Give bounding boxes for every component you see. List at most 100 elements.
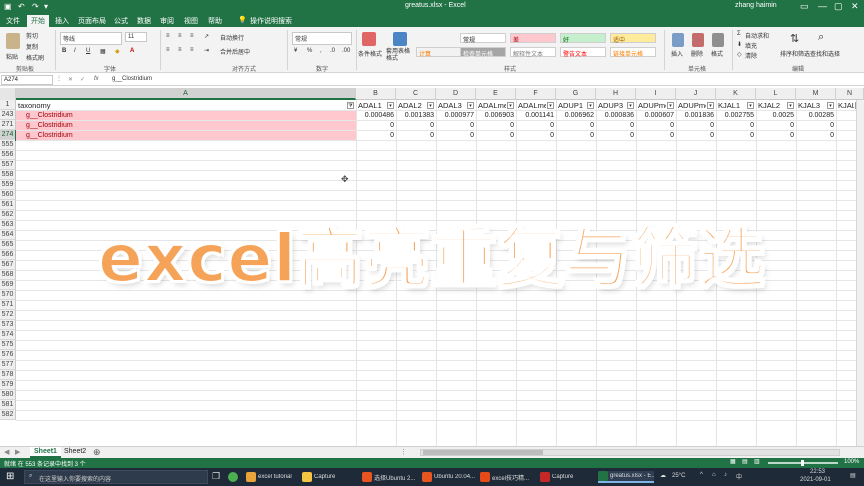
row-header-573[interactable]: 573: [0, 320, 16, 330]
align-right-icon[interactable]: ≡: [190, 47, 194, 53]
filter-dropdown-icon[interactable]: ▾: [427, 102, 434, 109]
tray-chevron-icon[interactable]: ^: [700, 472, 703, 478]
row-header-1[interactable]: 1: [0, 100, 16, 110]
value-cell[interactable]: 0: [596, 121, 636, 130]
find-select-button[interactable]: 查找和选择: [810, 49, 840, 58]
format-cells-button[interactable]: 格式: [711, 49, 723, 58]
taskbar-app-3[interactable]: Ubuntu 20.04...: [422, 471, 478, 483]
page-layout-view-icon[interactable]: ▤: [742, 458, 748, 465]
taskbar-app-0[interactable]: excel tutorial: [246, 471, 302, 483]
cancel-icon[interactable]: ✕: [68, 76, 73, 83]
filter-dropdown-icon[interactable]: ▾: [707, 102, 714, 109]
delete-cells-icon[interactable]: [692, 33, 704, 47]
row-header-574[interactable]: 574: [0, 330, 16, 340]
ime-icon[interactable]: 中: [736, 472, 742, 481]
bold-icon[interactable]: B: [62, 48, 66, 54]
save-icon[interactable]: ▣: [4, 2, 12, 11]
tab-home[interactable]: 开始: [27, 15, 49, 27]
filter-dropdown-icon[interactable]: ▾: [827, 102, 834, 109]
column-header-C[interactable]: C: [396, 88, 436, 100]
user-name[interactable]: zhang haimin: [735, 2, 777, 9]
conditional-format-icon[interactable]: [362, 32, 376, 46]
value-cell[interactable]: 0.00285: [796, 111, 836, 120]
row-header-579[interactable]: 579: [0, 380, 16, 390]
taskbar-app-4[interactable]: excel技巧精...: [480, 471, 536, 483]
table-format-icon[interactable]: [393, 32, 407, 46]
column-header-L[interactable]: L: [756, 88, 796, 100]
value-cell[interactable]: 0.000836: [596, 111, 636, 120]
redo-icon[interactable]: ↷: [32, 2, 39, 11]
next-sheet-icon[interactable]: ▶: [15, 448, 20, 456]
row-header-558[interactable]: 558: [0, 170, 16, 180]
row-header-575[interactable]: 575: [0, 340, 16, 350]
table-format-button[interactable]: 套用表格格式: [386, 49, 414, 63]
horizontal-scroll-thumb[interactable]: [423, 450, 543, 455]
taxonomy-cell-duplicate[interactable]: g__Clostridium: [16, 121, 356, 130]
tab-page-layout[interactable]: 页面布局: [78, 16, 106, 26]
clock-date[interactable]: 2021-09-01: [800, 477, 831, 483]
value-cell[interactable]: 0: [396, 121, 436, 130]
value-cell[interactable]: 0: [716, 131, 756, 140]
chrome-icon[interactable]: [228, 472, 238, 482]
tab-view[interactable]: 视图: [184, 16, 198, 26]
value-cell[interactable]: 0.002755: [716, 111, 756, 120]
row-header-582[interactable]: 582: [0, 410, 16, 420]
value-cell[interactable]: 0: [516, 131, 556, 140]
value-cell[interactable]: 0: [796, 121, 836, 130]
cell-style-1[interactable]: 差: [510, 33, 556, 44]
clock-time[interactable]: 22:53: [810, 469, 825, 475]
header-cell-M[interactable]: KJAL3: [796, 101, 826, 110]
autosum-icon[interactable]: Σ: [737, 31, 741, 37]
filter-dropdown-icon[interactable]: ▾: [387, 102, 394, 109]
border-icon[interactable]: ▦: [100, 48, 106, 55]
header-cell-I[interactable]: ADUPme: [636, 101, 666, 110]
normal-view-icon[interactable]: ▦: [730, 458, 736, 465]
value-cell[interactable]: 0: [516, 121, 556, 130]
row-header-581[interactable]: 581: [0, 400, 16, 410]
header-cell-A[interactable]: taxonomy: [16, 101, 346, 110]
column-header-E[interactable]: E: [476, 88, 516, 100]
row-header-571[interactable]: 571: [0, 300, 16, 310]
taxonomy-cell-duplicate[interactable]: g__Clostridium: [16, 111, 356, 120]
network-icon[interactable]: ⌂: [712, 472, 716, 478]
taskbar-app-5[interactable]: Capture: [540, 471, 596, 483]
zoom-slider[interactable]: [768, 460, 838, 466]
formula-input[interactable]: g__Clostridium: [112, 76, 152, 82]
value-cell[interactable]: 0: [636, 131, 676, 140]
row-header-271[interactable]: 271: [0, 120, 16, 130]
value-cell[interactable]: 0: [356, 131, 396, 140]
windows-start-icon[interactable]: ⊞: [6, 471, 14, 482]
value-cell[interactable]: 0.001141: [516, 111, 556, 120]
orientation-icon[interactable]: ↗: [204, 33, 209, 40]
header-cell-N[interactable]: KJAL: [836, 101, 854, 110]
zoom-level[interactable]: 100%: [844, 459, 859, 465]
row-header-556[interactable]: 556: [0, 150, 16, 160]
value-cell[interactable]: 0.000486: [356, 111, 396, 120]
conditional-format-button[interactable]: 条件格式: [358, 49, 382, 58]
row-header-560[interactable]: 560: [0, 190, 16, 200]
align-top-icon[interactable]: ≡: [166, 33, 170, 39]
value-cell[interactable]: 0.001383: [396, 111, 436, 120]
row-header-274[interactable]: 274: [0, 130, 16, 140]
add-sheet-icon[interactable]: ⊕: [93, 447, 101, 458]
column-header-I[interactable]: I: [636, 88, 676, 100]
delete-cells-button[interactable]: 删除: [691, 49, 703, 58]
filter-dropdown-icon[interactable]: ▾: [667, 102, 674, 109]
filter-dropdown-icon[interactable]: ▾: [587, 102, 594, 109]
increase-decimal-icon[interactable]: .0: [330, 48, 335, 54]
value-cell[interactable]: 0.000977: [436, 111, 476, 120]
tab-data[interactable]: 数据: [137, 16, 151, 26]
filter-dropdown-icon[interactable]: ▾: [467, 102, 474, 109]
wrap-text-button[interactable]: 自动换行: [220, 33, 244, 42]
tab-file[interactable]: 文件: [6, 16, 20, 26]
value-cell[interactable]: 0.006903: [476, 111, 516, 120]
number-format-select[interactable]: 常规: [292, 32, 352, 45]
insert-cells-icon[interactable]: [672, 33, 684, 47]
currency-icon[interactable]: ¥: [294, 48, 297, 54]
volume-icon[interactable]: ♪: [724, 472, 727, 478]
taskbar-search-box[interactable]: ⌕ 在这里输入你要搜索的内容: [24, 470, 208, 484]
value-cell[interactable]: 0: [476, 121, 516, 130]
prev-sheet-icon[interactable]: ◀: [4, 448, 9, 456]
font-name-select[interactable]: 等线: [60, 32, 122, 45]
indent-icon[interactable]: ⇥: [204, 47, 209, 54]
